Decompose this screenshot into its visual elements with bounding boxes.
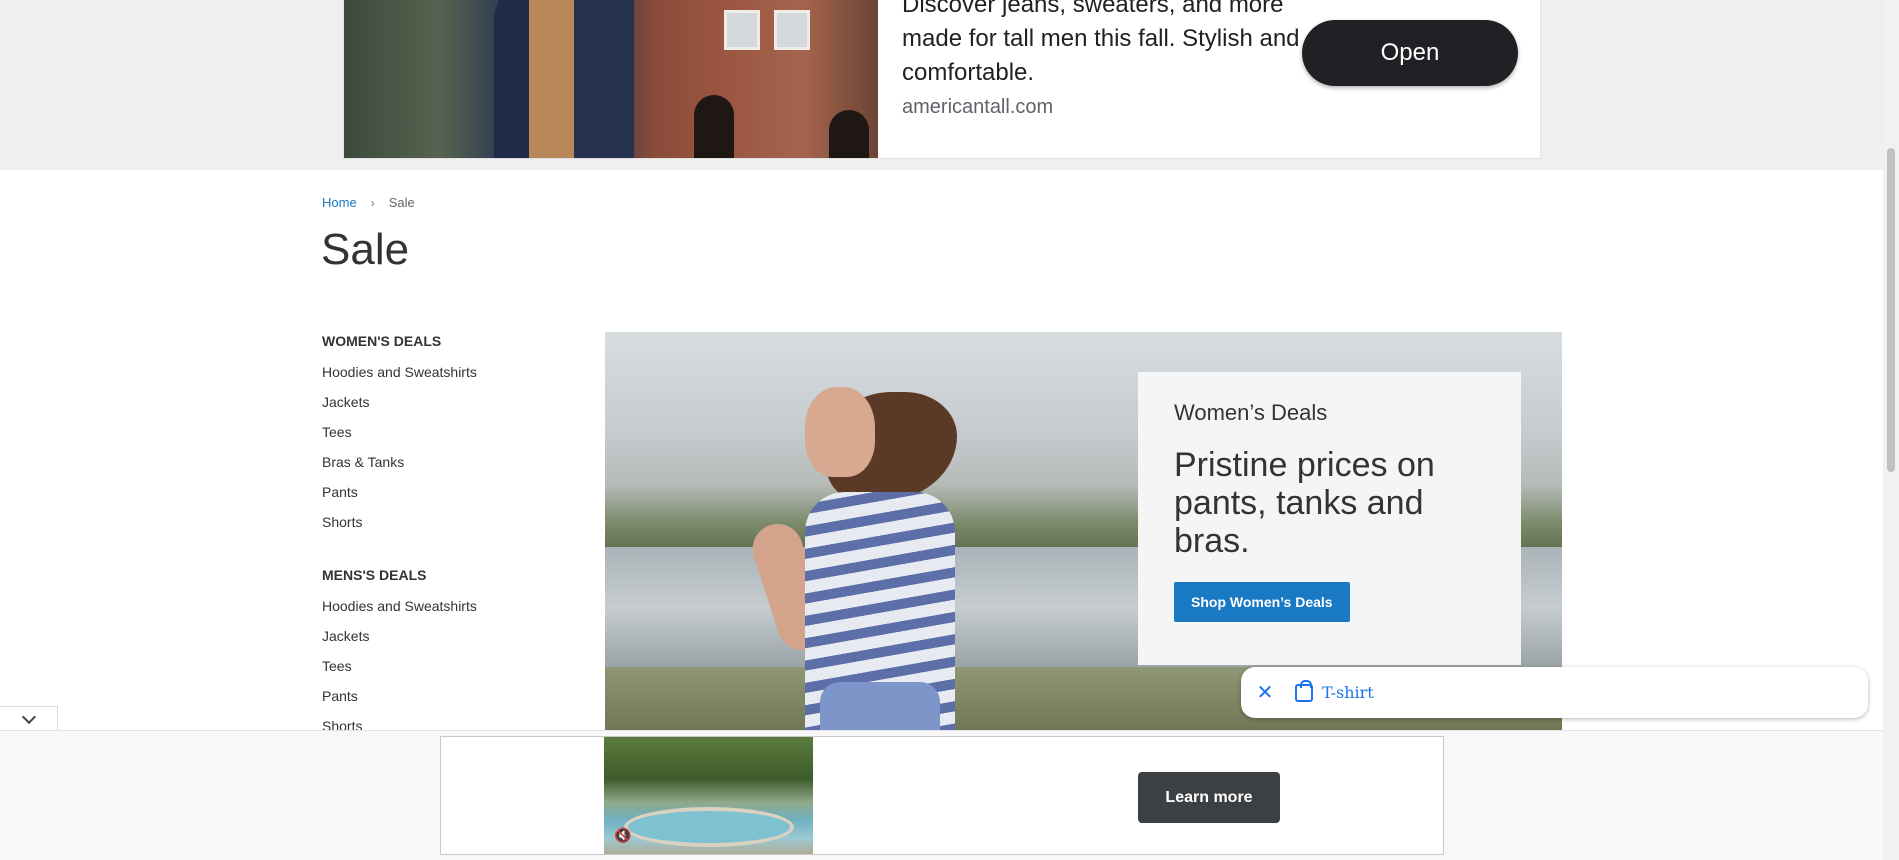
mute-icon[interactable]: 🔇 <box>614 827 631 843</box>
top-ad-image[interactable] <box>344 0 878 158</box>
sidebar-link-men-tees[interactable]: Tees <box>322 657 582 687</box>
close-icon[interactable]: ✕ <box>1255 683 1275 703</box>
scrollbar-thumb[interactable] <box>1887 148 1895 472</box>
chevron-down-icon <box>21 709 36 724</box>
collapse-toggle[interactable] <box>0 706 58 732</box>
sidebar-link-women-shorts[interactable]: Shorts <box>322 513 582 543</box>
open-button[interactable]: Open <box>1302 20 1518 86</box>
sidebar-link-men-hoodies[interactable]: Hoodies and Sweatshirts <box>322 597 582 627</box>
mens-deals-heading: MENS'S DEALS <box>322 567 427 583</box>
shopping-bag-icon <box>1295 679 1313 702</box>
model-shirt <box>529 0 579 158</box>
search-suggestion-chip[interactable]: ✕ T-shirt <box>1241 667 1868 718</box>
model-suit <box>574 0 634 158</box>
shop-womens-deals-button[interactable]: Shop Women’s Deals <box>1174 582 1350 622</box>
sidebar-link-men-pants[interactable]: Pants <box>322 687 582 717</box>
hero-runner-legs <box>820 682 940 732</box>
hero-runner-head <box>805 387 875 477</box>
bottom-ad-video[interactable]: 🔇 <box>604 737 813 854</box>
womens-deals-heading: WOMEN'S DEALS <box>322 333 442 349</box>
hero-promo-box: Women’s Deals Pristine prices on pants, … <box>1138 372 1521 665</box>
building-arch <box>694 95 734 158</box>
sidebar-link-women-tees[interactable]: Tees <box>322 423 582 453</box>
womens-deals-group: WOMEN'S DEALS Hoodies and Sweatshirts Ja… <box>322 333 582 543</box>
sidebar-link-women-bras-tanks[interactable]: Bras & Tanks <box>322 453 582 483</box>
sidebar-link-men-jackets[interactable]: Jackets <box>322 627 582 657</box>
hero-kicker: Women’s Deals <box>1174 400 1328 425</box>
chip-label[interactable]: T-shirt <box>1322 683 1374 702</box>
breadcrumb-separator-icon: › <box>370 195 375 210</box>
mens-deals-group: MENS'S DEALS Hoodies and Sweatshirts Jac… <box>322 567 582 747</box>
breadcrumb-home-link[interactable]: Home <box>322 195 357 210</box>
sidebar-link-women-jackets[interactable]: Jackets <box>322 393 582 423</box>
top-ad-url[interactable]: americantall.com <box>902 96 1053 119</box>
top-ad[interactable]: Discover jeans, sweaters, and more made … <box>343 0 1541 159</box>
sidebar-link-women-hoodies[interactable]: Hoodies and Sweatshirts <box>322 363 582 393</box>
bottom-ad[interactable]: 🔇 Learn more <box>440 736 1444 855</box>
breadcrumb: Home › Sale <box>322 195 415 210</box>
building-arch <box>829 110 869 158</box>
learn-more-button[interactable]: Learn more <box>1138 772 1280 823</box>
top-ad-text[interactable]: Discover jeans, sweaters, and more made … <box>902 0 1302 90</box>
breadcrumb-current: Sale <box>388 195 415 210</box>
sidebar-link-women-pants[interactable]: Pants <box>322 483 582 513</box>
building-window <box>774 10 810 50</box>
page-title: Sale <box>321 225 410 274</box>
sidebar: WOMEN'S DEALS Hoodies and Sweatshirts Ja… <box>322 333 582 771</box>
building-window <box>724 10 760 50</box>
hero-headline: Pristine prices on pants, tanks and bras… <box>1174 446 1435 560</box>
page-scrollbar[interactable] <box>1883 0 1899 860</box>
resort-pool <box>624 807 794 847</box>
